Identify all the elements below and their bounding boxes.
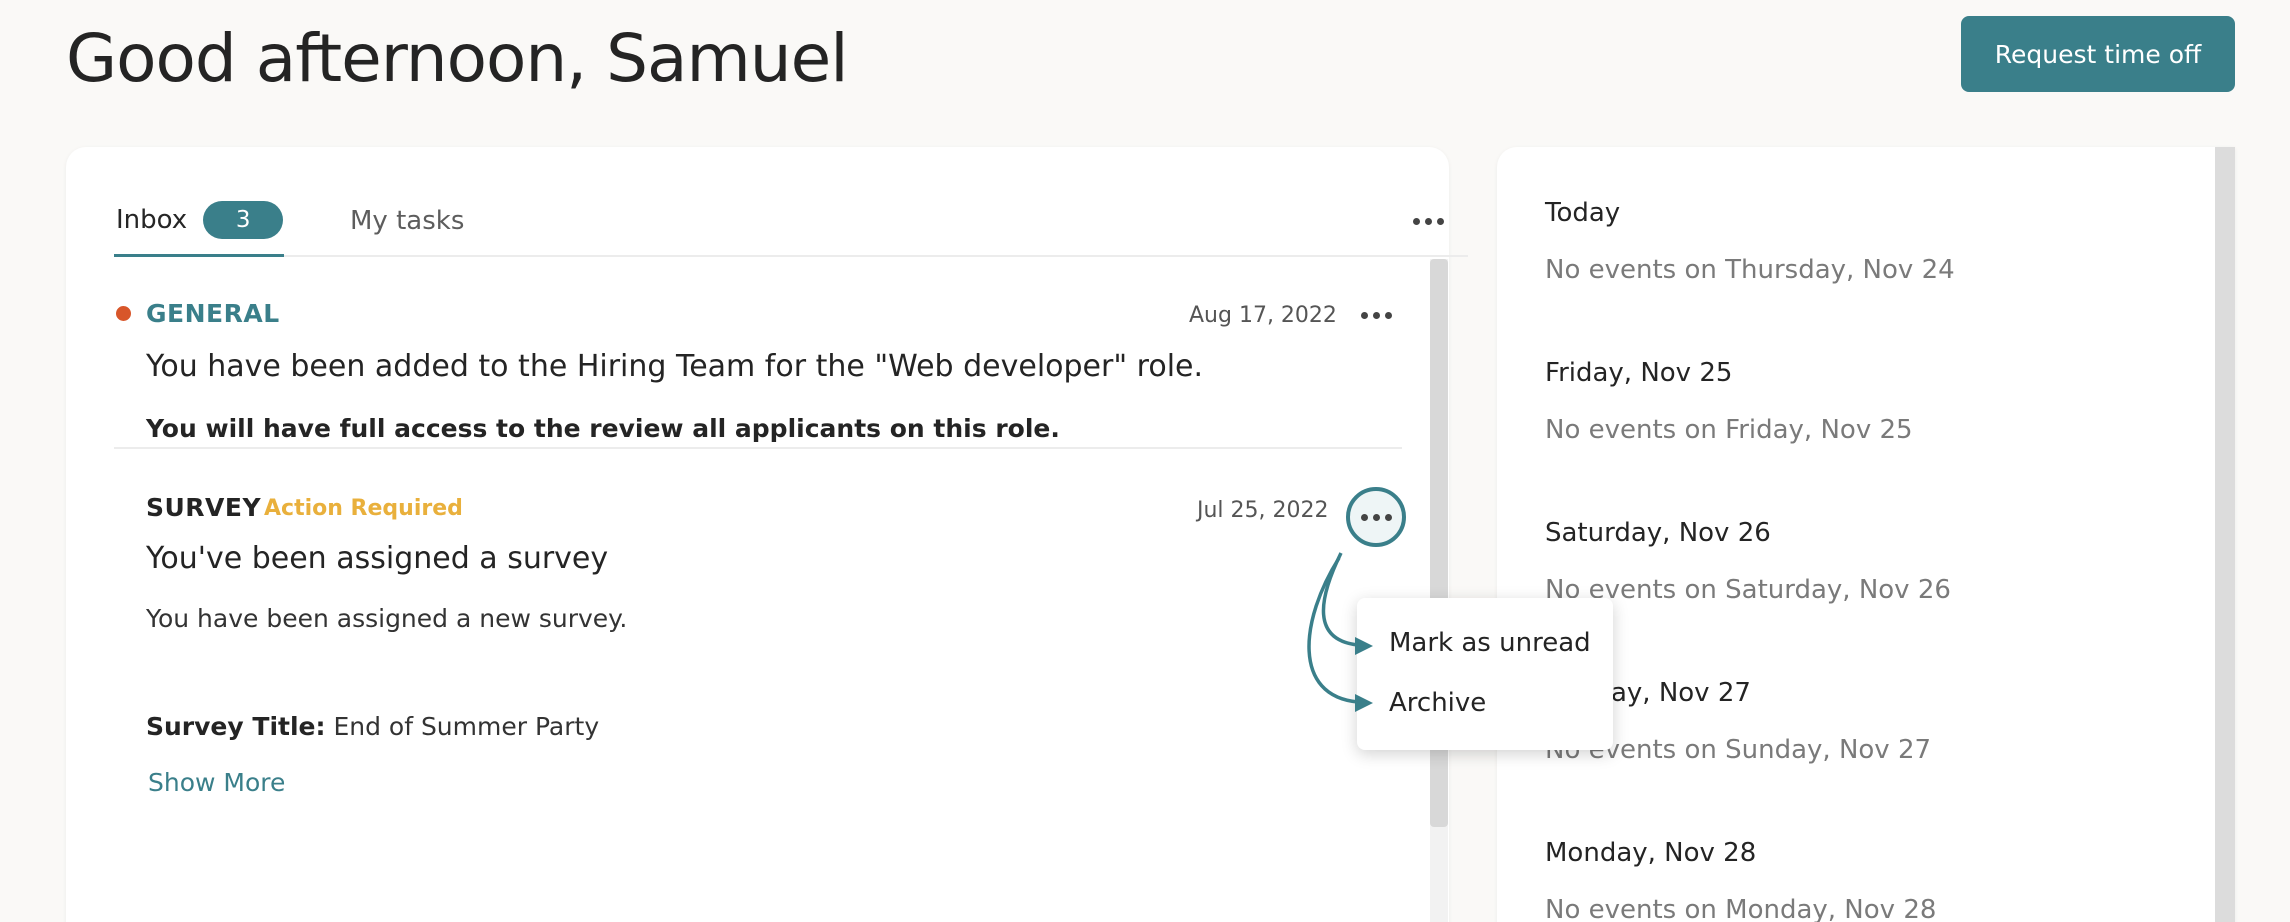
calendar-day-label: Friday, Nov 25 bbox=[1545, 358, 1733, 388]
tab-inbox[interactable]: Inbox 3 bbox=[114, 185, 284, 257]
calendar-empty-text: No events on Friday, Nov 25 bbox=[1545, 415, 1913, 445]
inbox-count-badge: 3 bbox=[203, 200, 284, 239]
message-item-general[interactable]: GENERAL Aug 17, 2022 You have been added… bbox=[114, 259, 1402, 449]
calendar-card: Today No events on Thursday, Nov 24 Frid… bbox=[1497, 147, 2235, 922]
calendar-scrollbar[interactable] bbox=[2215, 147, 2235, 922]
calendar-empty-text: No events on Sunday, Nov 27 bbox=[1545, 735, 1932, 765]
unread-indicator bbox=[116, 306, 131, 321]
calendar-day-label: Monday, Nov 28 bbox=[1545, 838, 1757, 868]
message-more-icon-active[interactable] bbox=[1346, 487, 1406, 547]
survey-title-value: End of Summer Party bbox=[333, 712, 600, 741]
message-title: You have been added to the Hiring Team f… bbox=[146, 349, 1204, 384]
message-context-menu: Mark as unread Archive bbox=[1357, 598, 1613, 750]
menu-item-mark-unread[interactable]: Mark as unread bbox=[1389, 628, 1591, 658]
calendar-day: Friday, Nov 25 No events on Friday, Nov … bbox=[1545, 358, 2185, 445]
calendar-day: Sunday, Nov 27 No events on Sunday, Nov … bbox=[1545, 678, 2185, 765]
request-time-off-button[interactable]: Request time off bbox=[1961, 16, 2235, 92]
survey-title: Survey Title: End of Summer Party bbox=[146, 712, 599, 741]
calendar-day-label: Saturday, Nov 26 bbox=[1545, 518, 1771, 548]
message-body: You will have full access to the review … bbox=[146, 414, 1060, 443]
show-more-link[interactable]: Show More bbox=[148, 768, 285, 797]
inbox-card: Inbox 3 My tasks GENERAL Aug 17, 2022 Yo… bbox=[66, 147, 1468, 922]
inbox-tabs: Inbox 3 My tasks bbox=[114, 185, 1468, 257]
tab-inbox-label: Inbox bbox=[116, 204, 188, 235]
calendar-day: Today No events on Thursday, Nov 24 bbox=[1545, 198, 2185, 285]
tab-my-tasks[interactable]: My tasks bbox=[350, 185, 464, 257]
message-item-survey[interactable]: SURVEY Action Required Jul 25, 2022 You'… bbox=[114, 451, 1406, 922]
calendar-day-label: Today bbox=[1545, 198, 1621, 228]
message-category: GENERAL bbox=[146, 299, 280, 328]
survey-title-label: Survey Title: bbox=[146, 712, 326, 741]
message-more-icon[interactable] bbox=[1352, 293, 1400, 337]
calendar-day: Saturday, Nov 26 No events on Saturday, … bbox=[1545, 518, 2185, 605]
calendar-day-label: Sunday, Nov 27 bbox=[1545, 678, 1751, 708]
calendar-empty-text: No events on Thursday, Nov 24 bbox=[1545, 255, 1955, 285]
message-category: SURVEY bbox=[146, 493, 262, 522]
message-date: Aug 17, 2022 bbox=[1189, 303, 1337, 328]
calendar-day: Monday, Nov 28 No events on Monday, Nov … bbox=[1545, 838, 2185, 922]
action-required-badge: Action Required bbox=[264, 496, 463, 521]
tabs-more-icon[interactable] bbox=[1404, 199, 1452, 243]
calendar-empty-text: No events on Saturday, Nov 26 bbox=[1545, 575, 1951, 605]
menu-item-archive[interactable]: Archive bbox=[1389, 688, 1486, 718]
message-title: You've been assigned a survey bbox=[146, 541, 609, 576]
message-body: You have been assigned a new survey. bbox=[146, 604, 628, 633]
calendar-empty-text: No events on Monday, Nov 28 bbox=[1545, 895, 1937, 922]
page-greeting: Good afternoon, Samuel bbox=[66, 20, 849, 97]
message-date: Jul 25, 2022 bbox=[1197, 498, 1329, 523]
